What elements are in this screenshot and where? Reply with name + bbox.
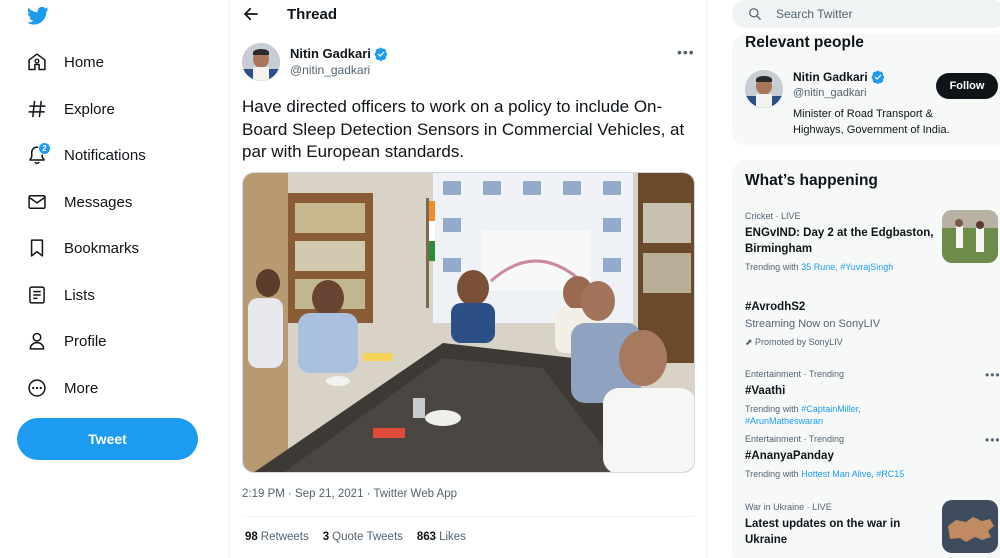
twitter-logo-icon[interactable]	[27, 6, 49, 26]
nav-home[interactable]: Home	[24, 44, 104, 80]
back-arrow-icon[interactable]	[242, 5, 260, 23]
nav-explore-label: Explore	[64, 100, 115, 118]
nav-home-label: Home	[64, 53, 105, 71]
tweet-photo[interactable]	[242, 172, 695, 473]
bookmark-icon	[24, 235, 50, 261]
whats-happening-card: What’s happening Cricket · LIVE ENGvIND:…	[732, 160, 1000, 558]
trend-context: Trending with 35 Rune, #YuvrajSingh	[745, 261, 940, 273]
promoted-text: Promoted by SonyLIV	[755, 337, 843, 347]
trend-title: ENGvIND: Day 2 at the Edgbaston, Birming…	[745, 227, 934, 255]
nav-messages[interactable]: Messages	[24, 184, 132, 220]
search-icon	[749, 8, 761, 20]
nav-profile-label: Profile	[64, 332, 107, 350]
promoted-line: ⬈ Promoted by SonyLIV	[745, 336, 940, 348]
verified-badge-icon	[871, 70, 884, 84]
trend-title: Latest updates on the war in Ukraine	[745, 518, 901, 546]
hashtag-icon	[24, 96, 50, 122]
quote-tweets-stat[interactable]: 3 Quote Tweets	[323, 531, 403, 543]
envelope-icon	[24, 189, 50, 215]
relevant-person-bio: Minister of Road Transport & Highways, G…	[793, 108, 950, 136]
quote-tweets-count: 3	[322, 531, 330, 543]
author-handle[interactable]: @nitin_gadkari	[290, 63, 370, 77]
nav-explore[interactable]: Explore	[24, 91, 115, 127]
author-name-text: Nitin Gadkari	[290, 46, 371, 61]
trend-title: #AvrodhS2	[745, 301, 806, 313]
nav-lists[interactable]: Lists	[24, 277, 95, 313]
trend-item[interactable]: Entertainment · Trending #Vaathi Trendin…	[745, 368, 940, 427]
relevant-person-name[interactable]: Nitin Gadkari	[793, 70, 885, 84]
trend-context-prefix: Trending with	[745, 262, 802, 272]
trend-item[interactable]: Entertainment · Trending #AnanyaPanday T…	[745, 433, 940, 480]
nav-more-label: More	[64, 379, 99, 397]
more-options-icon[interactable]: •••	[677, 44, 695, 60]
home-icon	[24, 49, 50, 75]
nav-messages-label: Messages	[64, 193, 133, 211]
trend-stream-text: Streaming Now on SonyLIV	[745, 318, 881, 330]
trend-item[interactable]: Cricket · LIVE ENGvIND: Day 2 at the Edg…	[745, 210, 940, 273]
trend-title: #AnanyaPanday	[745, 450, 834, 462]
quote-tweets-label: Quote Tweets	[332, 531, 403, 543]
trend-category: Entertainment · Trending	[745, 369, 845, 379]
more-circle-icon	[24, 375, 50, 401]
thread-header: Thread	[230, 0, 706, 30]
trend-context-links[interactable]: Hottest Man Alive, #RC15	[801, 469, 904, 479]
trend-context-prefix: Trending with	[745, 469, 802, 479]
list-icon	[24, 282, 50, 308]
person-icon	[24, 328, 50, 354]
notification-badge: 2	[38, 142, 51, 155]
relevant-people-title: Relevant people	[745, 34, 864, 51]
promoted-icon: ⬈	[745, 337, 756, 347]
tweet-stats: 98 Retweets 3 Quote Tweets 863 Likes	[245, 531, 466, 543]
left-navigation: Home Explore 2 Notifications Messages Bo…	[0, 0, 229, 558]
author-avatar[interactable]	[242, 43, 280, 81]
trend-more-icon[interactable]: •••	[985, 368, 1000, 382]
trend-context: Trending with Hottest Man Alive, #RC15	[745, 468, 940, 480]
author-name[interactable]: Nitin Gadkari	[290, 46, 388, 61]
follow-button[interactable]: Follow	[936, 73, 998, 99]
trend-context-links[interactable]: 35 Rune, #YuvrajSingh	[801, 262, 893, 272]
ukraine-thumbnail	[942, 500, 998, 553]
search-placeholder: Search Twitter	[776, 7, 853, 21]
nav-bookmarks-label: Bookmarks	[64, 239, 140, 257]
search-input[interactable]: Search Twitter	[732, 0, 1000, 28]
page-title: Thread	[287, 6, 338, 23]
divider	[242, 516, 695, 517]
relevant-person-avatar[interactable]	[745, 70, 783, 108]
tweet-timestamp[interactable]: 2:19 PM · Sep 21, 2021 · Twitter Web App	[242, 488, 457, 500]
likes-count: 863	[416, 531, 437, 543]
nav-lists-label: Lists	[64, 286, 95, 304]
likes-stat[interactable]: 863 Likes	[417, 531, 466, 543]
tweet-text: Have directed officers to work on a poli…	[242, 97, 685, 161]
nav-bookmarks[interactable]: Bookmarks	[24, 230, 139, 266]
retweets-label: Retweets	[260, 531, 309, 543]
bell-icon: 2	[24, 142, 51, 168]
relevant-person-handle[interactable]: @nitin_gadkari	[793, 87, 867, 99]
trend-title: #Vaathi	[745, 385, 786, 397]
whats-happening-title: What’s happening	[745, 172, 878, 189]
nav-notifications-label: Notifications	[64, 146, 146, 164]
tweet-button[interactable]: Tweet	[17, 418, 198, 460]
retweets-stat[interactable]: 98 Retweets	[245, 531, 309, 543]
trend-context: Trending with #CaptainMiller, #ArunMathe…	[745, 403, 940, 427]
likes-label: Likes	[439, 531, 466, 543]
trend-item[interactable]: War in Ukraine · LIVE Latest updates on …	[745, 501, 940, 548]
trend-category: War in Ukraine · LIVE	[745, 502, 832, 512]
nav-profile[interactable]: Profile	[24, 323, 107, 359]
relevant-person-name-text: Nitin Gadkari	[793, 70, 868, 84]
trend-item-promoted[interactable]: #AvrodhS2 Streaming Now on SonyLIV ⬈ Pro…	[745, 296, 940, 348]
verified-badge-icon	[374, 47, 388, 61]
main-column: Thread Nitin Gadkari @nitin_gadkari ••• …	[229, 0, 707, 558]
cricket-thumbnail	[942, 210, 998, 263]
trend-more-icon[interactable]: •••	[985, 433, 1000, 447]
retweets-count: 98	[245, 531, 258, 543]
trend-category: Cricket · LIVE	[745, 211, 801, 221]
nav-notifications[interactable]: 2 Notifications	[24, 137, 146, 173]
right-sidebar: Search Twitter Relevant people Nitin Gad…	[707, 0, 1000, 558]
trend-context-prefix: Trending with	[745, 404, 802, 414]
trend-category: Entertainment · Trending	[745, 434, 845, 444]
nav-more[interactable]: More	[24, 370, 98, 406]
